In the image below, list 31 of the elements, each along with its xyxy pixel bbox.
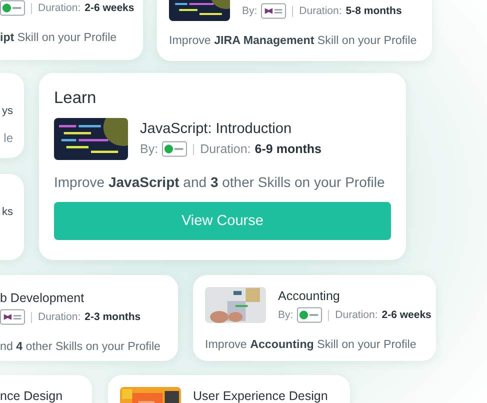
- skill-text: Improve Accounting Skill on your Profile: [205, 338, 418, 351]
- duration-value: 6-9 months: [254, 142, 322, 156]
- skill-text: nd 4 other Skills on your Profile: [0, 340, 162, 353]
- course-title: nce Design: [0, 389, 63, 403]
- duration-label: Duration:: [299, 5, 342, 17]
- view-course-button[interactable]: View Course: [54, 202, 391, 240]
- duration-label: Duration:: [38, 311, 81, 323]
- card-text-fragment: ks: [2, 206, 13, 218]
- course-title: JavaScript: Introduction: [140, 121, 293, 137]
- skill-text: Improve JIRA Management Skill on your Profile: [169, 34, 418, 47]
- card-heading: Learn: [54, 89, 98, 108]
- skill-text: ipt Skill on your Profile: [0, 31, 118, 44]
- duration-value: 5-8 months: [346, 5, 402, 17]
- card-text-fragment: le: [4, 131, 13, 145]
- card-text-fragment: ys: [2, 105, 13, 117]
- duration-value: 2-6 weeks: [84, 2, 134, 14]
- duration-value: 2-3 months: [84, 311, 141, 323]
- course-title: User Experience Design: [193, 389, 328, 403]
- skill-text: Improve JavaScript and 3 other Skills on your Profile: [54, 174, 386, 190]
- logo-icon: [261, 3, 286, 19]
- by-label: By:: [242, 5, 258, 17]
- duration-label: Duration:: [200, 142, 251, 156]
- duration-label: Duration:: [38, 2, 81, 14]
- logo-icon: [297, 307, 322, 323]
- by-label: By:: [278, 309, 294, 321]
- duration-value: 2-6 weeks: [382, 309, 432, 321]
- by-label: By:: [140, 142, 158, 156]
- course-title: b Development: [0, 291, 86, 305]
- logo-icon: [162, 141, 188, 157]
- duration-label: Duration:: [335, 309, 378, 321]
- course-title: Accounting: [278, 289, 341, 303]
